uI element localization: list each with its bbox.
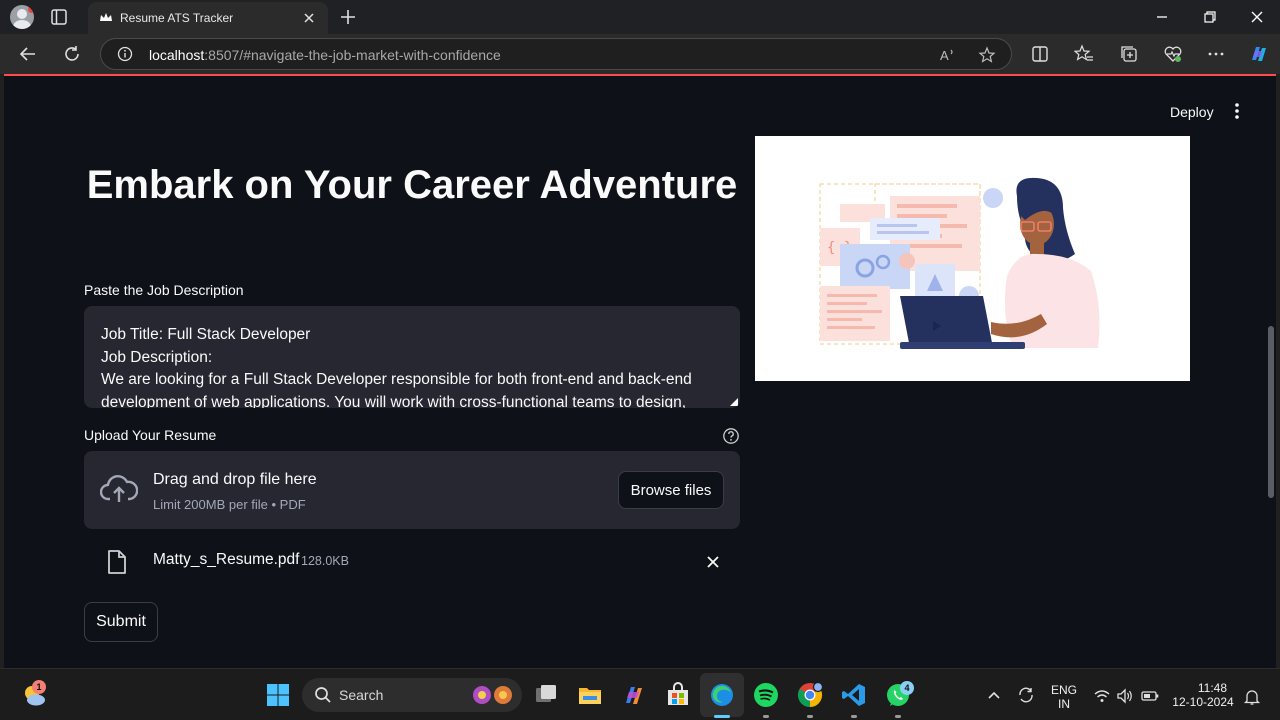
read-aloud-icon[interactable]: A — [939, 46, 957, 64]
minimize-icon[interactable] — [1152, 7, 1172, 27]
chrome-icon[interactable] — [796, 681, 824, 709]
new-tab-icon[interactable] — [338, 7, 358, 27]
file-icon — [108, 550, 126, 574]
vscode-running-indicator — [851, 715, 857, 718]
battery-icon[interactable] — [1140, 687, 1160, 705]
upload-resume-label: Upload Your Resume — [84, 427, 217, 443]
search-icon — [315, 687, 331, 703]
browser-tab-strip: Resume ATS Tracker — [0, 0, 1280, 34]
streamlit-crown-icon — [100, 13, 112, 21]
svg-text:A: A — [940, 48, 949, 63]
uploaded-file-row: Matty_s_Resume.pdf 128.0KB — [84, 546, 740, 578]
tab-actions-icon[interactable] — [50, 8, 68, 26]
site-info-icon[interactable] — [117, 46, 133, 62]
favorite-star-icon[interactable] — [978, 46, 996, 64]
cloud-upload-icon — [100, 475, 138, 502]
windows-taskbar: 1 Search 4 ENG IN 11:48 12-10-2024 — [0, 668, 1280, 720]
career-illustration: { } — [755, 136, 1190, 381]
language-indicator[interactable]: ENG IN — [1048, 683, 1080, 711]
chevron-up-icon[interactable] — [984, 685, 1004, 705]
streamlit-app: Deploy Embark on Your Career Adventure P… — [4, 74, 1276, 668]
resize-handle-icon[interactable] — [730, 398, 738, 406]
microsoft-store-icon[interactable] — [664, 681, 692, 709]
job-description-label: Paste the Job Description — [84, 282, 244, 298]
copilot-icon[interactable] — [1247, 42, 1271, 66]
tab-resume-ats-tracker[interactable]: Resume ATS Tracker — [88, 2, 328, 34]
page-scrollbar[interactable] — [1268, 326, 1274, 498]
volume-icon[interactable] — [1116, 687, 1134, 705]
main-menu-icon[interactable] — [1230, 102, 1244, 120]
file-dropzone[interactable]: Drag and drop file here Limit 200MB per … — [84, 451, 740, 529]
back-arrow-icon[interactable] — [17, 43, 39, 65]
search-highlight-icon — [473, 686, 512, 704]
submit-button[interactable]: Submit — [84, 602, 158, 642]
close-window-icon[interactable] — [1247, 7, 1267, 27]
spotify-running-indicator — [763, 715, 769, 718]
collections-icon[interactable] — [1119, 44, 1139, 64]
split-screen-icon[interactable] — [1030, 44, 1050, 64]
search-placeholder: Search — [339, 687, 384, 703]
weather-badge: 1 — [32, 680, 46, 694]
favorites-icon[interactable] — [1074, 44, 1094, 64]
address-bar[interactable]: localhost:8507/#navigate-the-job-market-… — [100, 38, 1012, 70]
uploaded-file-size: 128.0KB — [301, 554, 349, 568]
more-options-icon[interactable] — [1206, 44, 1226, 64]
restore-icon[interactable] — [1200, 7, 1220, 27]
whatsapp-badge: 4 — [900, 681, 914, 695]
url-text[interactable]: localhost:8507/#navigate-the-job-market-… — [149, 47, 501, 63]
remove-file-icon[interactable] — [704, 553, 722, 571]
file-explorer-icon[interactable] — [576, 681, 604, 709]
windows-start-icon[interactable] — [264, 681, 292, 709]
help-tooltip-icon[interactable] — [722, 427, 740, 445]
browser-essentials-icon[interactable] — [1163, 44, 1183, 64]
dropzone-title: Drag and drop file here — [153, 471, 317, 488]
dropzone-limit-text: Limit 200MB per file • PDF — [153, 497, 306, 512]
deploy-button[interactable]: Deploy — [1164, 100, 1220, 124]
spotify-icon[interactable] — [752, 681, 780, 709]
copilot-app-icon[interactable] — [620, 681, 648, 709]
job-description-text[interactable]: Job Title: Full Stack Developer Job Desc… — [101, 324, 725, 408]
edge-browser-icon[interactable] — [708, 681, 736, 709]
whatsapp-running-indicator — [895, 715, 901, 718]
profile-avatar-icon[interactable] — [10, 5, 34, 29]
tab-close-icon[interactable] — [300, 9, 318, 27]
refresh-icon[interactable] — [61, 43, 83, 65]
wifi-icon[interactable] — [1093, 687, 1111, 705]
task-view-icon[interactable] — [532, 681, 560, 709]
taskbar-search[interactable]: Search — [302, 678, 522, 712]
uploaded-file-name: Matty_s_Resume.pdf — [153, 551, 300, 568]
clock[interactable]: 11:48 12-10-2024 — [1170, 681, 1236, 709]
edge-active-indicator — [714, 715, 730, 718]
notification-bell-icon[interactable] — [1243, 688, 1261, 706]
page-title: Embark on Your Career Adventure — [86, 163, 738, 207]
sync-icon[interactable] — [1016, 685, 1036, 705]
tab-title: Resume ATS Tracker — [120, 11, 234, 25]
browser-nav-bar: localhost:8507/#navigate-the-job-market-… — [0, 34, 1280, 74]
job-description-textarea[interactable]: Job Title: Full Stack Developer Job Desc… — [84, 306, 740, 408]
vscode-icon[interactable] — [840, 681, 868, 709]
browse-files-button[interactable]: Browse files — [618, 471, 724, 509]
chrome-running-indicator — [807, 715, 813, 718]
